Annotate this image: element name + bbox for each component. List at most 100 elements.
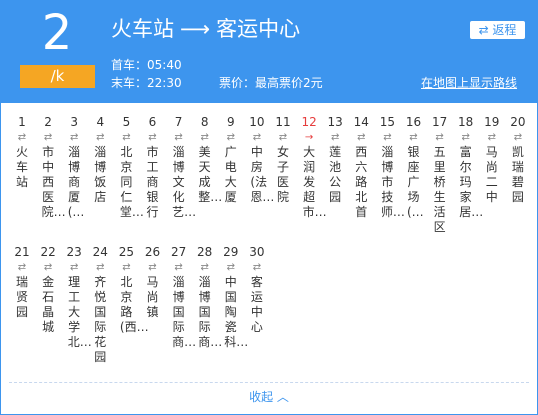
stop-number: 2 bbox=[44, 115, 52, 129]
stop-item[interactable]: 17 ⇄ 五里桥生活区 bbox=[427, 113, 453, 235]
direction-arrows-icon: ⇄ bbox=[96, 132, 105, 143]
stop-name: 淄博市技师… bbox=[380, 145, 405, 219]
stop-name: 市工商银行 bbox=[146, 145, 159, 219]
stop-name: 中国陶瓷科… bbox=[224, 275, 249, 349]
stop-item[interactable]: 25 ⇄ 北京路(西… bbox=[113, 243, 149, 335]
direction-arrows-icon: ⇄ bbox=[278, 132, 288, 143]
stop-item[interactable]: 19 ⇄ 马尚二中 bbox=[479, 113, 505, 205]
stop-item[interactable]: 8 ⇄ 美天成整… bbox=[192, 113, 222, 205]
direction-arrows-icon: ⇄ bbox=[383, 132, 392, 143]
stop-item[interactable]: 20 ⇄ 凯瑞碧园 bbox=[505, 113, 531, 205]
stop-item[interactable]: 7 ⇄ 淄博文化艺… bbox=[166, 113, 196, 220]
stop-number: 30 bbox=[249, 245, 265, 259]
stop-item[interactable]: 27 ⇄ 淄博国际商… bbox=[166, 243, 196, 350]
direction-arrows-icon: ⇄ bbox=[69, 262, 79, 273]
stop-row-1: 1 ⇄ 火车站 2 ⇄ 市中西医院… 3 ⇄ 淄博商厦(… 4 ⇄ 淄博饭店 5 ⇄ 北京同仁堂… 6 ⇄ 市工商… bbox=[9, 113, 533, 243]
stop-name: 大润发超市… bbox=[302, 145, 327, 219]
stop-item[interactable]: 16 ⇄ 银座广场(… bbox=[401, 113, 427, 220]
stop-number: 15 bbox=[379, 115, 396, 129]
stop-item[interactable]: 18 ⇄ 富尔玛家居… bbox=[453, 113, 484, 220]
stop-name: 理工大学北… bbox=[67, 275, 92, 349]
stop-item[interactable]: 29 ⇄ 中国陶瓷科… bbox=[218, 243, 249, 350]
stop-item[interactable]: 13 ⇄ 莲池公园 bbox=[322, 113, 348, 205]
stop-item[interactable]: 28 ⇄ 淄博国际商… bbox=[192, 243, 223, 350]
stop-item[interactable]: 26 ⇄ 马尚镇 bbox=[140, 243, 166, 320]
stop-item[interactable]: 24 ⇄ 齐悦国际花园 bbox=[87, 243, 113, 365]
direction-arrows-icon: ⇄ bbox=[43, 262, 53, 273]
line-suffix-badge: /k bbox=[20, 65, 95, 88]
stop-number: 20 bbox=[510, 115, 526, 129]
stop-number: 10 bbox=[249, 115, 265, 129]
stop-item[interactable]: 15 ⇄ 淄博市技师… bbox=[374, 113, 405, 220]
stop-name: 瑞贤园 bbox=[15, 275, 28, 319]
stop-number: 14 bbox=[353, 115, 369, 129]
stop-list: 1 ⇄ 火车站 2 ⇄ 市中西医院… 3 ⇄ 淄博商厦(… 4 ⇄ 淄博饭店 5 ⇄ 北京同仁堂… 6 ⇄ 市工商… bbox=[9, 113, 533, 373]
stop-number: 6 bbox=[148, 115, 157, 129]
direction-arrows-icon: ⇄ bbox=[122, 132, 131, 143]
stop-item[interactable]: 6 ⇄ 市工商银行 bbox=[140, 113, 166, 220]
route-title: 火车站 ⟶ 客运中心 bbox=[111, 13, 300, 45]
direction-arrows-icon: ⇄ bbox=[43, 132, 53, 143]
stop-item[interactable]: 14 ⇄ 西六路北首 bbox=[348, 113, 374, 220]
stop-name: 淄博国际商… bbox=[198, 275, 223, 349]
stop-number: 9 bbox=[226, 115, 235, 129]
stop-number: 26 bbox=[144, 245, 161, 259]
stop-name: 西六路北首 bbox=[355, 145, 368, 219]
last-bus-time: 末车：22:30 bbox=[111, 76, 182, 90]
first-bus-time: 首车：05:40 bbox=[111, 58, 182, 72]
route-arrow-icon: ⟶ bbox=[180, 17, 211, 41]
direction-arrows-icon: ⇄ bbox=[435, 132, 444, 143]
stop-item[interactable]: 1 ⇄ 火车站 bbox=[9, 113, 35, 190]
stop-number: 5 bbox=[122, 115, 131, 129]
stop-name: 北京同仁堂… bbox=[119, 145, 144, 219]
stop-name: 淄博商厦(… bbox=[67, 145, 85, 219]
stop-name: 中房(法恩… bbox=[250, 145, 275, 204]
direction-arrows-icon: ⇄ bbox=[200, 262, 209, 273]
show-map-link[interactable]: 在地图上显示路线 bbox=[421, 75, 517, 91]
stop-number: 16 bbox=[405, 115, 422, 129]
return-trip-button[interactable]: ⇄ 返程 bbox=[470, 21, 525, 39]
stop-name: 银座广场(… bbox=[407, 145, 424, 219]
stop-name: 火车站 bbox=[15, 145, 28, 189]
direction-arrows-icon: ⇄ bbox=[96, 262, 105, 273]
line-number: 2 bbox=[41, 5, 73, 61]
stop-number: 25 bbox=[118, 245, 135, 259]
direction-arrows-icon: ⇄ bbox=[252, 262, 262, 273]
stop-item[interactable]: 21 ⇄ 瑞贤园 bbox=[9, 243, 35, 320]
stop-number: 1 bbox=[18, 115, 26, 129]
stop-name: 凯瑞碧园 bbox=[511, 145, 524, 204]
stop-item[interactable]: 10 ⇄ 中房(法恩… bbox=[244, 113, 275, 205]
stop-number: 24 bbox=[92, 245, 108, 259]
collapse-button[interactable]: 收起 ︿ bbox=[1, 387, 537, 407]
stop-item[interactable]: 11 ⇄ 女子医院 bbox=[270, 113, 296, 205]
divider bbox=[9, 382, 529, 383]
stop-number: 18 bbox=[458, 115, 474, 129]
stop-number: 7 bbox=[174, 115, 183, 129]
stop-item[interactable]: 23 ⇄ 理工大学北… bbox=[61, 243, 92, 350]
stop-name: 齐悦国际花园 bbox=[94, 275, 107, 364]
stop-name: 马尚镇 bbox=[146, 275, 159, 319]
stop-name: 马尚二中 bbox=[485, 145, 498, 204]
stop-number: 23 bbox=[66, 245, 82, 259]
stop-item[interactable]: 5 ⇄ 北京同仁堂… bbox=[113, 113, 144, 220]
stop-number: 28 bbox=[197, 245, 213, 259]
direction-arrows-icon: ⇄ bbox=[200, 132, 209, 143]
stop-name: 客运中心 bbox=[250, 275, 263, 334]
stop-item[interactable]: 2 ⇄ 市中西医院… bbox=[35, 113, 66, 220]
stop-item[interactable]: 22 ⇄ 金石晶城 bbox=[35, 243, 61, 335]
stop-item[interactable]: 4 ⇄ 淄博饭店 bbox=[87, 113, 113, 205]
stop-item[interactable]: 3 ⇄ 淄博商厦(… bbox=[61, 113, 87, 220]
direction-arrows-icon: ⇄ bbox=[357, 132, 366, 143]
stop-name: 市中西医院… bbox=[41, 145, 66, 219]
stop-number: 21 bbox=[14, 245, 30, 259]
stop-name: 金石晶城 bbox=[42, 275, 55, 334]
stop-item[interactable]: 9 ⇄ 广电大厦 bbox=[218, 113, 244, 205]
stop-name: 广电大厦 bbox=[224, 145, 237, 204]
direction-arrows-icon: ⇄ bbox=[487, 132, 496, 143]
stop-number: 29 bbox=[223, 245, 239, 259]
stop-item[interactable]: 30 ⇄ 客运中心 bbox=[244, 243, 270, 335]
stop-item[interactable]: 12 → 大润发超市… bbox=[296, 113, 327, 220]
direction-arrows-icon: ⇄ bbox=[69, 132, 79, 143]
stop-name: 富尔玛家居… bbox=[459, 145, 484, 219]
direction-arrows-icon: ⇄ bbox=[148, 132, 157, 143]
